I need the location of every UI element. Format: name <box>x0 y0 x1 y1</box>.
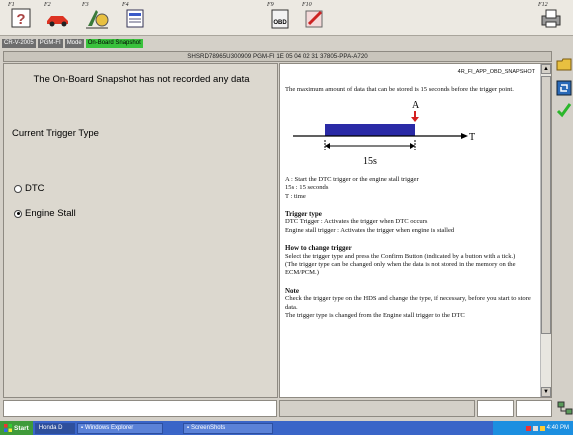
fkey-label: F9 <box>267 2 274 8</box>
obd-button[interactable]: F9 OBD <box>265 2 295 33</box>
network-icon[interactable] <box>557 400 573 416</box>
fkey-label: F12 <box>538 2 548 8</box>
section-line: Engine stall trigger : Activates the tri… <box>285 226 455 234</box>
status-field <box>516 400 552 417</box>
scroll-thumb[interactable] <box>541 76 551 334</box>
breadcrumb: CR-V-2005 PGM-FI Mode On-Board Snapshot <box>0 37 573 49</box>
section-title: Note <box>285 286 299 295</box>
legend-line: 15s : 15 seconds <box>285 184 329 192</box>
system-tray: 4:40 PM <box>493 421 573 435</box>
help-document-panel: 4R_FI_APP_OBD_SNAPSHOT The maximum amoun… <box>279 63 552 398</box>
document-code: 4R_FI_APP_OBD_SNAPSHOT <box>457 69 535 75</box>
legend-line: T : time <box>285 192 306 200</box>
folder-icon <box>556 58 571 70</box>
tray-volume-icon[interactable] <box>539 425 545 431</box>
confirm-button[interactable] <box>555 101 572 118</box>
time-axis-arrowhead <box>461 132 468 139</box>
section-title: Trigger type <box>285 210 322 219</box>
tray-alert-icon[interactable] <box>525 425 531 431</box>
document-scrollbar[interactable]: ▲ ▼ <box>540 64 551 397</box>
breadcrumb-current: On-Board Snapshot <box>85 38 143 48</box>
snapshot-panel: The On-Board Snapshot has not recorded a… <box>3 63 278 398</box>
time-axis-label: T <box>469 132 475 143</box>
help-icon: ? <box>11 8 31 28</box>
breadcrumb-vehicle: CR-V-2005 <box>2 38 36 48</box>
svg-text:?: ? <box>16 11 25 28</box>
print-icon <box>541 9 561 28</box>
diagnostic-button[interactable]: F3 <box>80 2 114 33</box>
print-button[interactable]: F12 <box>536 2 566 33</box>
refresh-button[interactable] <box>555 79 572 96</box>
intro-text: The maximum amount of data that can be s… <box>285 86 514 94</box>
document-button[interactable]: F4 <box>120 2 152 33</box>
windows-logo-icon <box>4 424 12 432</box>
legend-line: A : Start the DTC trigger or the engine … <box>285 175 419 183</box>
taskbar: Start Honda D ▪ Windows Explorer ▪ Scree… <box>0 421 573 435</box>
breadcrumb-mode: Mode <box>64 38 84 48</box>
task-label: Honda D <box>38 425 63 431</box>
section-line: (The trigger type can be changed only wh… <box>285 261 516 277</box>
status-field <box>279 400 475 417</box>
vehicle-info-bar: SHSRD78965U300909 PGM-FI 1E 05 04 02 31 … <box>3 51 552 62</box>
trigger-timing-diagram: A T 15s <box>293 100 475 167</box>
checkmark-icon <box>556 102 571 117</box>
trigger-type-label: Current Trigger Type <box>12 128 99 139</box>
tools-icon <box>305 10 323 28</box>
section-title: How to change trigger <box>285 244 352 253</box>
task-windows-explorer[interactable]: ▪ Windows Explorer <box>76 422 163 434</box>
clock: 4:40 PM <box>546 425 569 431</box>
status-bar <box>3 399 573 418</box>
help-button[interactable]: F1 ? <box>6 2 36 33</box>
task-label: Windows Explorer <box>84 425 134 431</box>
radio-label: DTC <box>25 183 45 194</box>
radio-button[interactable] <box>14 184 22 193</box>
radio-dtc[interactable]: DTC <box>14 183 45 194</box>
open-folder-button[interactable] <box>555 55 572 72</box>
refresh-icon <box>556 80 571 95</box>
task-label: ScreenShots <box>190 425 226 431</box>
task-honda[interactable]: Honda D <box>34 422 75 434</box>
car-icon <box>47 16 68 27</box>
section-line: Select the trigger type and press the Co… <box>285 252 516 260</box>
section-line: The trigger type is changed from the Eng… <box>285 312 465 320</box>
svg-text:OBD: OBD <box>273 20 287 26</box>
obd-icon: OBD <box>271 9 289 29</box>
tools-button[interactable]: F10 <box>300 2 330 33</box>
diagnostic-icon <box>86 10 109 29</box>
breadcrumb-system: PGM-FI <box>37 38 63 48</box>
stored-data-window <box>325 123 415 136</box>
start-label: Start <box>14 424 29 432</box>
toolbar: F1 ? F2 F3 F4 F9 OBD F10 F12 <box>0 0 573 36</box>
scroll-up-icon[interactable]: ▲ <box>541 64 551 74</box>
start-button[interactable]: Start <box>0 421 33 435</box>
status-message: The On-Board Snapshot has not recorded a… <box>33 74 250 85</box>
marker-arrowhead <box>411 116 419 122</box>
section-line: Check the trigger type on the HDS and ch… <box>285 295 531 311</box>
fkey-label: F3 <box>82 2 89 8</box>
fkey-label: F4 <box>122 2 129 8</box>
section-line: DTC Trigger : Activates the trigger when… <box>285 218 428 226</box>
marker-label: A <box>412 100 420 111</box>
scroll-down-icon[interactable]: ▼ <box>541 387 551 397</box>
status-field <box>3 400 277 417</box>
task-screenshots[interactable]: ▪ ScreenShots <box>182 422 273 434</box>
vehicle-button[interactable]: F2 <box>42 2 74 33</box>
folder-icon: ▪ <box>186 425 189 431</box>
radio-button[interactable] <box>14 209 22 218</box>
duration-label: 15s <box>363 156 377 167</box>
folder-icon: ▪ <box>80 425 83 431</box>
side-toolbar <box>553 51 573 398</box>
fkey-label: F2 <box>44 2 51 8</box>
tray-network-icon[interactable] <box>532 425 538 431</box>
radio-engine-stall[interactable]: Engine Stall <box>14 208 76 219</box>
fkey-label: F10 <box>302 2 312 8</box>
radio-label: Engine Stall <box>25 208 76 219</box>
fkey-label: F1 <box>8 2 15 8</box>
status-field <box>477 400 514 417</box>
duration-bounds <box>324 139 416 150</box>
document-icon <box>126 9 144 28</box>
help-document: 4R_FI_APP_OBD_SNAPSHOT The maximum amoun… <box>285 68 535 321</box>
